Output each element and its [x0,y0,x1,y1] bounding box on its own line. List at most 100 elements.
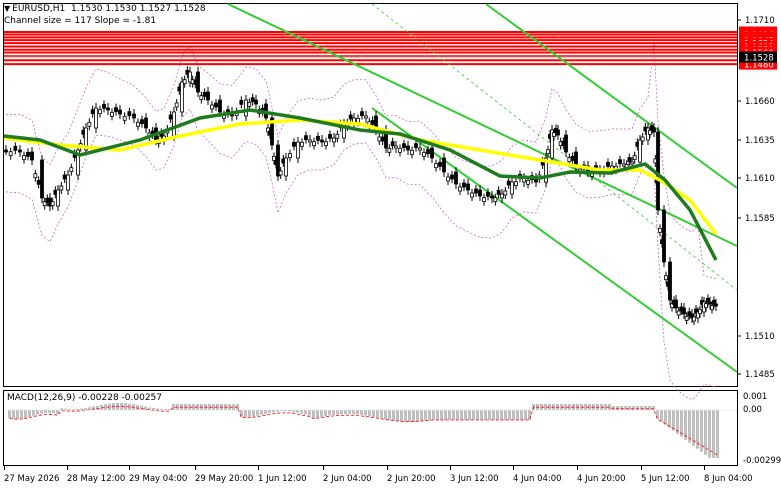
macd-histogram-bar [392,410,395,421]
macd-histogram-bar [496,410,499,420]
candle-body [704,303,708,309]
macd-histogram-bar [632,406,635,410]
candle-body [94,107,98,129]
macd-histogram-bar [480,410,483,420]
candle-body [493,197,498,203]
macd-histogram-bar [296,410,299,413]
macd-axis-label: 0.001 [743,392,767,402]
macd-histogram-bar [372,410,375,418]
candle-body [196,71,200,93]
candle-body [247,101,252,107]
macd-indicator-label: MACD(12,26,9) -0.00228 -0.00257 [7,393,163,403]
macd-histogram-bar [512,410,515,420]
candle-body [574,151,578,167]
macd-histogram-bar [268,410,271,413]
candle-body [552,132,556,138]
candle-body [304,135,308,141]
candle-body [210,104,214,110]
price-axis-label: 1.1585 [745,214,775,224]
candle-body [118,109,122,115]
candle-body [356,117,360,123]
candle-body [312,141,316,147]
macd-histogram-bar [380,410,383,419]
candle-body [144,117,148,129]
macd-histogram-bar [416,410,419,422]
macd-histogram-bar [448,410,451,420]
candle-body [640,136,645,142]
candle-body [514,181,518,187]
macd-histogram-bar [660,410,663,422]
candle-body [110,111,114,117]
candle-body [710,305,714,311]
macd-histogram-bar [408,410,411,422]
macd-histogram-bar [36,410,39,415]
macd-histogram-bar [300,410,303,414]
candle-body [90,109,95,115]
macd-histogram-bar [312,410,315,419]
macd-histogram-bar [364,410,367,416]
candle-body [446,176,450,182]
macd-histogram-bar [328,410,331,416]
macd-histogram-bar [640,406,643,410]
macd-histogram-bar [352,410,355,415]
time-axis-label: 4 Jun 04:00 [513,474,562,484]
macd-histogram-bar [524,410,527,420]
candle-body [332,137,336,143]
macd-axis-label: 0.00 [743,405,762,415]
bollinger-lower [5,108,717,401]
macd-histogram-bar [516,410,519,420]
candle-body [426,149,430,155]
candle-body [606,161,610,167]
candle-body [218,99,222,113]
macd-histogram-bar [716,410,719,458]
candle-body [410,149,414,155]
candle-body [648,129,652,135]
macd-histogram-bar [356,410,359,415]
candle-body [402,143,406,149]
candle-body [324,141,328,147]
price-axis-label: 1.1635 [745,136,775,146]
price-axis-label: 1.1610 [745,174,775,184]
chart-window[interactable]: 1.17011.16841.16641.16451.16241.16011.15… [0,0,781,489]
macd-histogram-bar [248,410,251,417]
candle-body [168,114,173,120]
candle-body [652,127,656,133]
collapse-triangle-icon[interactable]: ▼ [4,4,10,13]
candle-body [370,119,375,125]
macd-histogram-bar [492,410,495,420]
candle-body [662,209,666,263]
candle-body [406,145,410,151]
candle-body [377,136,382,142]
time-axis-label: 4 Jun 20:00 [577,474,626,484]
candle-body [26,151,30,157]
candle-body [668,261,672,301]
candle-body [172,111,176,137]
candle-body [13,145,18,151]
macd-histogram-bar [424,410,427,421]
candle-body [656,131,660,211]
time-axis-label: 2 Jun 20:00 [387,474,436,484]
candle-body [490,195,494,199]
candle-body [684,315,689,321]
macd-histogram-bar [400,410,403,422]
candle-body [360,111,364,117]
price-chart[interactable]: 1.17011.16841.16641.16451.16241.16011.15… [0,0,781,489]
macd-histogram-bar [460,410,463,420]
macd-histogram-bar [360,410,363,415]
macd-histogram-bar [700,410,703,452]
time-axis-label: 29 May 20:00 [195,474,253,484]
candle-body [335,133,340,139]
macd-histogram-bar [472,410,475,420]
time-axis-label: 27 May 2026 [4,474,59,484]
macd-histogram-bar [420,410,423,422]
candle-body [102,103,106,109]
candle-body [66,174,70,191]
candle-body [442,157,446,173]
candle-body [199,95,204,101]
candle-body [676,310,681,316]
macd-axis-label: -0.00299 [743,456,781,466]
macd-histogram-bar [648,406,651,410]
candle-body [546,149,550,155]
candle-body [98,109,102,115]
time-axis-label: 1 Jun 12:00 [258,474,307,484]
